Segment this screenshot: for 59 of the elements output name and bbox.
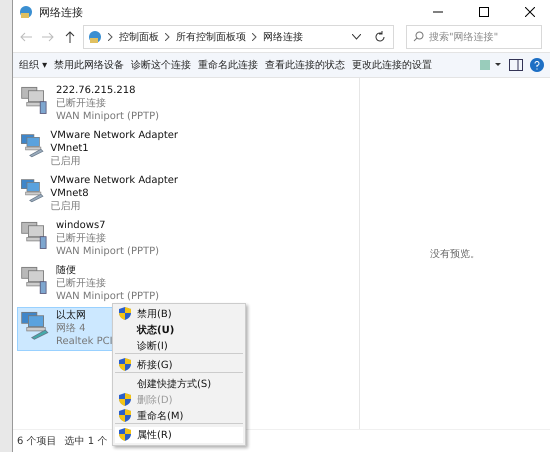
- chevron-icon: [165, 33, 170, 41]
- menu-item[interactable]: 诊断(I): [115, 338, 243, 354]
- toolbar-button[interactable]: 更改此连接的设置: [352, 56, 432, 74]
- breadcrumb[interactable]: 网络连接: [263, 30, 303, 44]
- breadcrumb[interactable]: 所有控制面板项: [176, 30, 246, 44]
- connection-detail: 已断开连接: [56, 97, 106, 110]
- network-folder-icon: [19, 5, 33, 19]
- connection-name: 以太网: [56, 309, 86, 322]
- toolbar-button[interactable]: 重命名此连接: [198, 56, 258, 74]
- shield-icon: [119, 409, 131, 422]
- connection-detail: WAN Miniport (PPTP): [56, 245, 160, 258]
- connection-name: windows7: [56, 219, 106, 232]
- selection-count: 选中 1 个: [64, 434, 108, 448]
- search-icon: [413, 31, 424, 42]
- preview-pane-icon[interactable]: [509, 59, 523, 71]
- connection-detail: 已断开连接: [56, 232, 106, 245]
- shield-icon: [119, 358, 131, 371]
- breadcrumb[interactable]: 控制面板: [119, 30, 159, 44]
- view-options-icon[interactable]: [480, 59, 502, 71]
- dropdown-icon[interactable]: [352, 34, 361, 40]
- preview-text: 没有预览。: [430, 248, 480, 260]
- item-count: 6 个项目: [17, 435, 57, 448]
- connection-name: VMware Network Adapter VMnet8: [50, 174, 180, 200]
- connection-name: VMware Network Adapter VMnet1: [50, 129, 180, 155]
- chevron-icon: [252, 33, 257, 41]
- toolbar-button[interactable]: 诊断这个连接: [131, 56, 192, 74]
- address-bar[interactable]: 控制面板 所有控制面板项 网络连接: [83, 25, 394, 49]
- up-icon[interactable]: [65, 31, 75, 43]
- shield-icon: [119, 428, 131, 441]
- chevron-icon: [108, 33, 113, 41]
- menu-item[interactable]: 重命名(M): [115, 408, 243, 424]
- connection-detail: Realtek PCI: [56, 335, 113, 348]
- connection-item[interactable]: VMware Network Adapter VMnet8 已启用: [17, 172, 193, 216]
- connection-item[interactable]: 随便 已断开连接 WAN Miniport (PPTP): [17, 262, 193, 306]
- connection-name: 随便: [56, 264, 76, 277]
- maximize-icon: [479, 7, 489, 17]
- connection-detail: 已启用: [50, 155, 80, 168]
- connection-detail: 已断开连接: [56, 277, 106, 290]
- search-field[interactable]: 搜索"网络连接": [406, 25, 542, 49]
- toolbar-button[interactable]: 查看此连接的状态: [265, 56, 346, 74]
- close-icon: [525, 7, 535, 17]
- menu-item[interactable]: 创建快捷方式(S): [115, 376, 243, 392]
- organize-menu[interactable]: 组织 ▾: [19, 56, 48, 74]
- connection-detail: 已启用: [50, 200, 80, 213]
- shield-icon: [119, 393, 131, 406]
- help-icon[interactable]: [530, 58, 544, 72]
- connection-name: 222.76.215.218: [56, 84, 136, 97]
- menu-item[interactable]: 桥接(G): [115, 357, 243, 373]
- connection-detail: WAN Miniport (PPTP): [56, 290, 160, 303]
- connection-item[interactable]: windows7 已断开连接 WAN Miniport (PPTP): [17, 217, 193, 261]
- shield-icon: [119, 307, 131, 320]
- toolbar-button[interactable]: 禁用此网络设备: [54, 56, 124, 74]
- connection-item[interactable]: VMware Network Adapter VMnet1 已启用: [17, 127, 193, 171]
- menu-item[interactable]: 属性(R): [115, 427, 243, 443]
- connection-item[interactable]: 222.76.215.218 已断开连接 WAN Miniport (PPTP): [17, 82, 193, 126]
- connection-detail: WAN Miniport (PPTP): [56, 110, 160, 123]
- network-folder-icon: [88, 30, 102, 44]
- connection-detail: 网络 4: [56, 322, 86, 335]
- window-title: 网络连接: [39, 4, 84, 20]
